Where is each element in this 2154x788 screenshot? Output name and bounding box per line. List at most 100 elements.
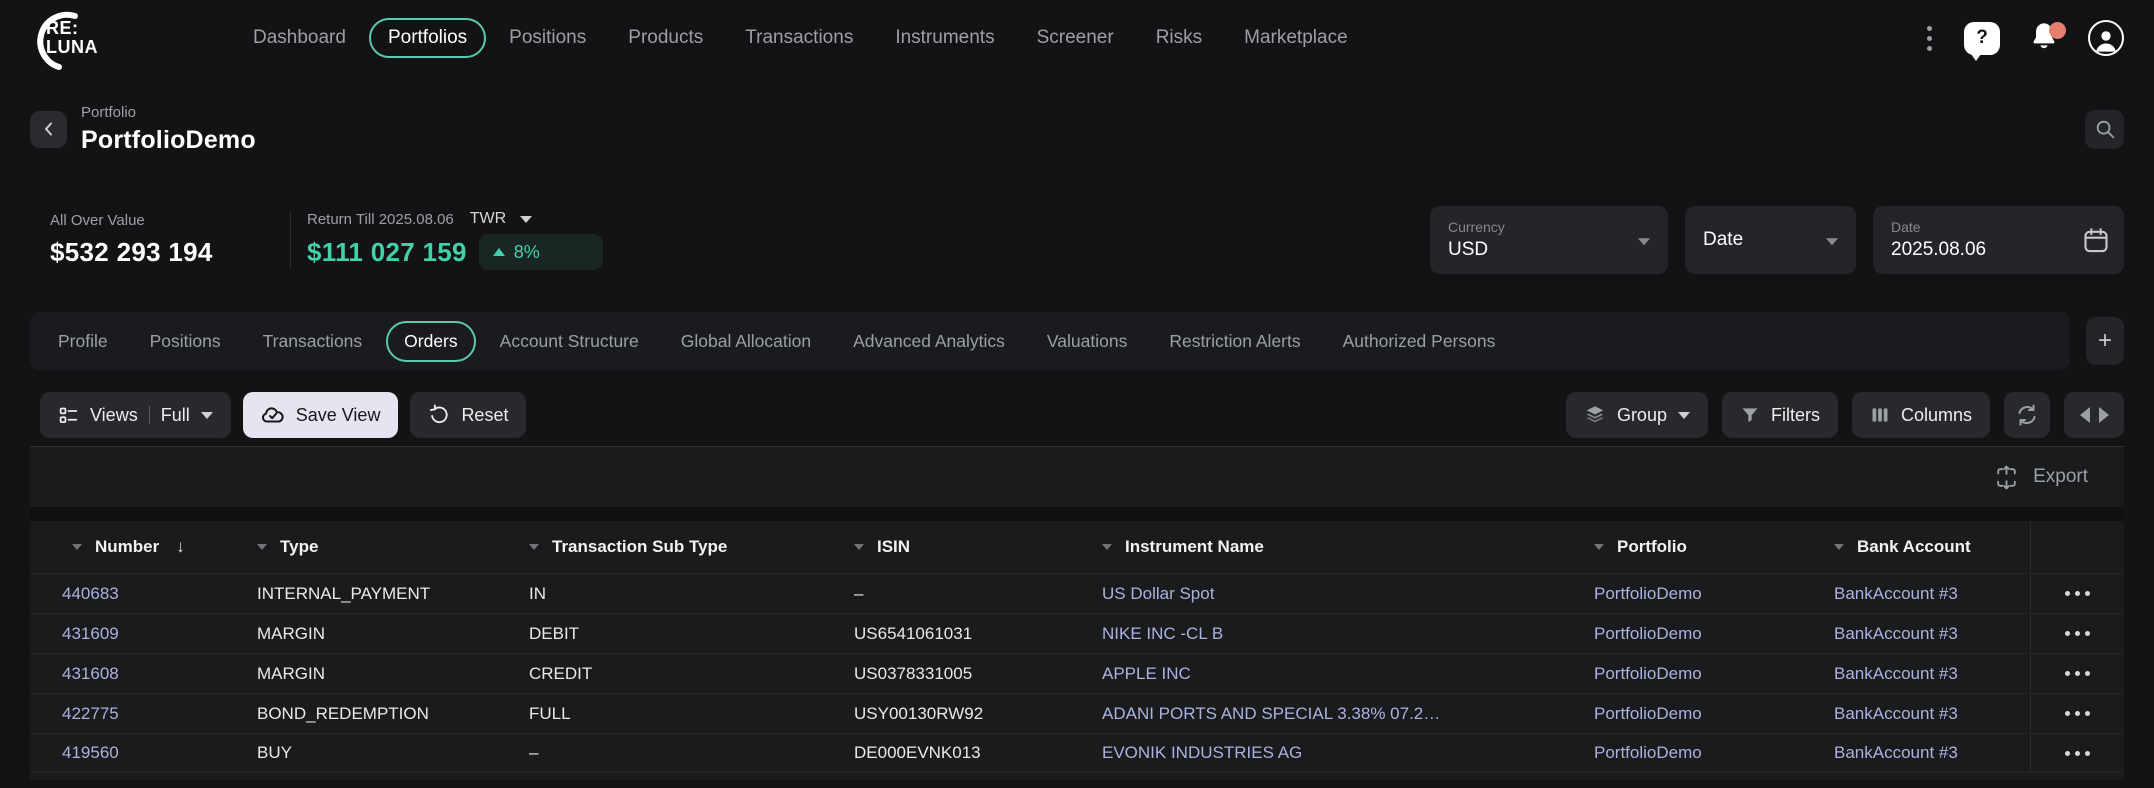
row-actions-menu[interactable]	[2030, 614, 2124, 653]
date-picker[interactable]: Date 2025.08.06	[1873, 206, 2124, 274]
filters-button[interactable]: Filters	[1722, 392, 1838, 438]
row-actions-menu[interactable]	[2030, 574, 2124, 613]
nav-item-risks[interactable]: Risks	[1137, 18, 1221, 58]
views-list-icon	[58, 405, 79, 426]
column-menu-icon[interactable]	[1594, 544, 1604, 550]
add-tab-button[interactable]: +	[2086, 317, 2124, 365]
column-header-transaction-sub-type[interactable]: Transaction Sub Type	[497, 537, 822, 557]
row-actions-menu[interactable]	[2030, 694, 2124, 733]
person-icon	[2092, 26, 2120, 54]
column-menu-icon[interactable]	[1834, 544, 1844, 550]
nav-item-portfolios[interactable]: Portfolios	[369, 18, 486, 58]
portfolio-link[interactable]: PortfolioDemo	[1562, 743, 1802, 763]
tab-advanced-analytics[interactable]: Advanced Analytics	[835, 321, 1023, 362]
return-method-select[interactable]: TWR	[470, 210, 532, 228]
chevron-down-icon	[201, 412, 213, 419]
row-actions-menu[interactable]	[2030, 654, 2124, 693]
tab-profile[interactable]: Profile	[40, 321, 126, 362]
notification-badge	[2049, 22, 2066, 39]
page-header: Portfolio PortfolioDemo	[0, 90, 2154, 168]
portfolio-link[interactable]: PortfolioDemo	[1562, 664, 1802, 684]
portfolio-link[interactable]: PortfolioDemo	[1562, 624, 1802, 644]
title-block: Portfolio PortfolioDemo	[81, 104, 256, 155]
order-number-link[interactable]: 422775	[30, 704, 225, 724]
portfolio-link[interactable]: PortfolioDemo	[1562, 704, 1802, 724]
notifications-bell-icon[interactable]	[2028, 20, 2060, 57]
column-menu-icon[interactable]	[72, 544, 82, 550]
column-menu-icon[interactable]	[257, 544, 267, 550]
order-number-link[interactable]: 440683	[30, 584, 225, 604]
tab-global-allocation[interactable]: Global Allocation	[663, 321, 829, 362]
tab-positions[interactable]: Positions	[132, 321, 239, 362]
bank-account-link[interactable]: BankAccount #3	[1802, 584, 2030, 604]
column-header-instrument-name[interactable]: Instrument Name	[1070, 537, 1562, 557]
nav-item-instruments[interactable]: Instruments	[876, 18, 1013, 58]
order-number-link[interactable]: 419560	[30, 743, 225, 763]
instrument-link[interactable]: ADANI PORTS AND SPECIAL 3.38% 07.2…	[1070, 704, 1562, 724]
order-type: BOND_REDEMPTION	[225, 704, 497, 724]
reset-button[interactable]: Reset	[410, 392, 526, 438]
help-icon[interactable]: ?	[1964, 22, 2000, 55]
bank-account-link[interactable]: BankAccount #3	[1802, 704, 2030, 724]
column-header-bank-account[interactable]: Bank Account	[1802, 537, 2030, 557]
instrument-link[interactable]: NIKE INC -CL B	[1070, 624, 1562, 644]
order-number-link[interactable]: 431608	[30, 664, 225, 684]
user-avatar[interactable]	[2088, 20, 2124, 56]
order-isin: DE000EVNK013	[822, 743, 1070, 763]
nav-item-products[interactable]: Products	[609, 18, 722, 58]
nav-item-dashboard[interactable]: Dashboard	[234, 18, 365, 58]
tab-authorized-persons[interactable]: Authorized Persons	[1325, 321, 1514, 362]
instrument-link[interactable]: EVONIK INDUSTRIES AG	[1070, 743, 1562, 763]
column-label: ISIN	[877, 537, 910, 557]
kebab-menu-icon[interactable]	[1923, 22, 1936, 55]
all-over-value-label: All Over Value	[50, 212, 290, 229]
nav-item-screener[interactable]: Screener	[1018, 18, 1133, 58]
tab-valuations[interactable]: Valuations	[1029, 321, 1145, 362]
bank-account-link[interactable]: BankAccount #3	[1802, 664, 2030, 684]
views-button[interactable]: Views Full	[40, 392, 231, 438]
nav-item-transactions[interactable]: Transactions	[726, 18, 872, 58]
export-icon	[1993, 464, 2020, 491]
group-button[interactable]: Group	[1566, 392, 1708, 438]
table-row: 422775 BOND_REDEMPTION FULL USY00130RW92…	[30, 693, 2124, 733]
tab-transactions[interactable]: Transactions	[245, 321, 381, 362]
tab-account-structure[interactable]: Account Structure	[482, 321, 657, 362]
column-menu-icon[interactable]	[854, 544, 864, 550]
order-sub-type: DEBIT	[497, 624, 822, 644]
instrument-link[interactable]: US Dollar Spot	[1070, 584, 1562, 604]
refresh-button[interactable]	[2004, 392, 2050, 438]
instrument-link[interactable]: APPLE INC	[1070, 664, 1562, 684]
column-label: Number	[95, 537, 159, 557]
column-header-isin[interactable]: ISIN	[822, 537, 1070, 557]
nav-item-marketplace[interactable]: Marketplace	[1225, 18, 1367, 58]
table-row: 419560 BUY – DE000EVNK013 EVONIK INDUSTR…	[30, 733, 2124, 773]
column-header-number[interactable]: Number ↓	[30, 537, 225, 557]
nav-item-positions[interactable]: Positions	[490, 18, 605, 58]
app-logo[interactable]: RE: LUNA	[30, 6, 180, 70]
currency-select[interactable]: Currency USD	[1430, 206, 1668, 274]
columns-button[interactable]: Columns	[1852, 392, 1990, 438]
column-header-type[interactable]: Type	[225, 537, 497, 557]
table-actions-row: Export	[30, 447, 2124, 507]
bank-account-link[interactable]: BankAccount #3	[1802, 624, 2030, 644]
tab-restriction-alerts[interactable]: Restriction Alerts	[1151, 321, 1318, 362]
column-menu-icon[interactable]	[529, 544, 539, 550]
order-sub-type: FULL	[497, 704, 822, 724]
row-actions-menu[interactable]	[2030, 734, 2124, 772]
refresh-icon	[2015, 403, 2039, 427]
currency-value: USD	[1448, 239, 1505, 261]
bank-account-link[interactable]: BankAccount #3	[1802, 743, 2030, 763]
column-header-portfolio[interactable]: Portfolio	[1562, 537, 1802, 557]
back-button[interactable]	[30, 111, 67, 148]
tab-orders[interactable]: Orders	[386, 321, 475, 362]
portfolio-link[interactable]: PortfolioDemo	[1562, 584, 1802, 604]
export-button[interactable]: Export	[1993, 464, 2088, 491]
column-pager-button[interactable]	[2064, 392, 2124, 438]
search-button[interactable]	[2085, 110, 2124, 149]
views-label: Views	[90, 405, 138, 426]
save-view-button[interactable]: Save View	[243, 392, 399, 438]
summary-bar: All Over Value $532 293 194 Return Till …	[0, 192, 2154, 288]
order-number-link[interactable]: 431609	[30, 624, 225, 644]
column-menu-icon[interactable]	[1102, 544, 1112, 550]
date-type-select[interactable]: Date	[1685, 206, 1856, 274]
